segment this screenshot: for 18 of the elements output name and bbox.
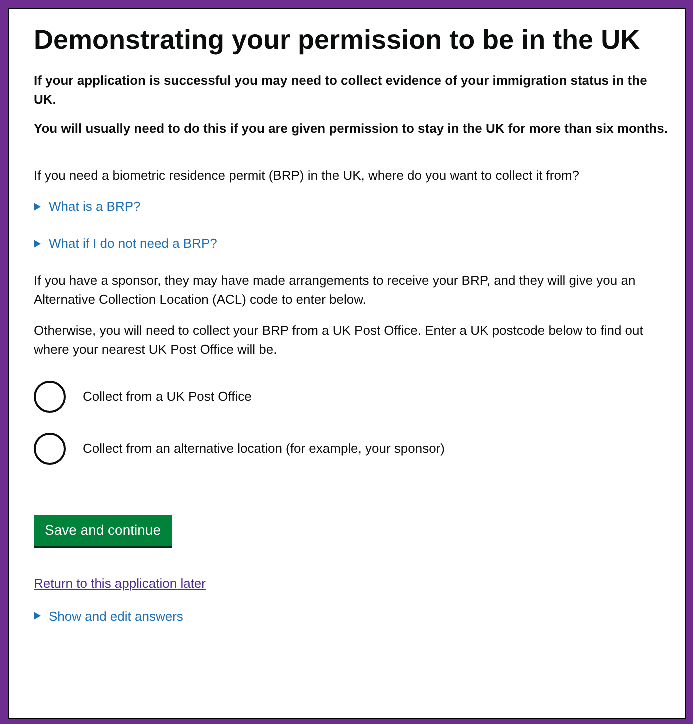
question-text: If you need a biometric residence permit (BRP) in the UK, where do you want to collect it from? (34, 167, 581, 185)
triangle-icon (34, 202, 41, 210)
details-toggle[interactable]: Show and edit answers (34, 608, 184, 624)
details-toggle[interactable]: What if I do not need a BRP? (34, 234, 218, 253)
triangle-icon (34, 240, 41, 248)
triangle-icon (34, 612, 41, 620)
radio-button[interactable] (34, 433, 66, 465)
save-and-continue-button[interactable]: Save and continue (34, 515, 172, 546)
details-toggle[interactable]: What is a BRP? (34, 197, 141, 216)
radio-label[interactable]: Collect from an alternative location (for example, your sponsor) (83, 439, 445, 459)
radio-label[interactable]: Collect from a UK Post Office (83, 387, 252, 407)
body-paragraph: If you have a sponsor, they may have made arrangements to receive your BRP, and they will give you an Alternative Collection Location (ACL) code to enter below. (34, 272, 637, 309)
radio-button[interactable] (34, 381, 66, 413)
body-paragraph: Otherwise, you will need to collect your BRP from a UK Post Office. Enter a UK postcode below to find out where your nearest UK Post Office will be. (34, 322, 644, 359)
intro-paragraph: You will usually need to do this if you are given permission to stay in the UK for more than six months. (34, 120, 669, 138)
page-heading: Demonstrating your permission to be in the UK (34, 24, 642, 57)
return-later-link[interactable]: Return to this application later (34, 574, 206, 594)
intro-paragraph: If your application is successful you may need to collect evidence of your immigration status in the UK. (34, 72, 648, 109)
